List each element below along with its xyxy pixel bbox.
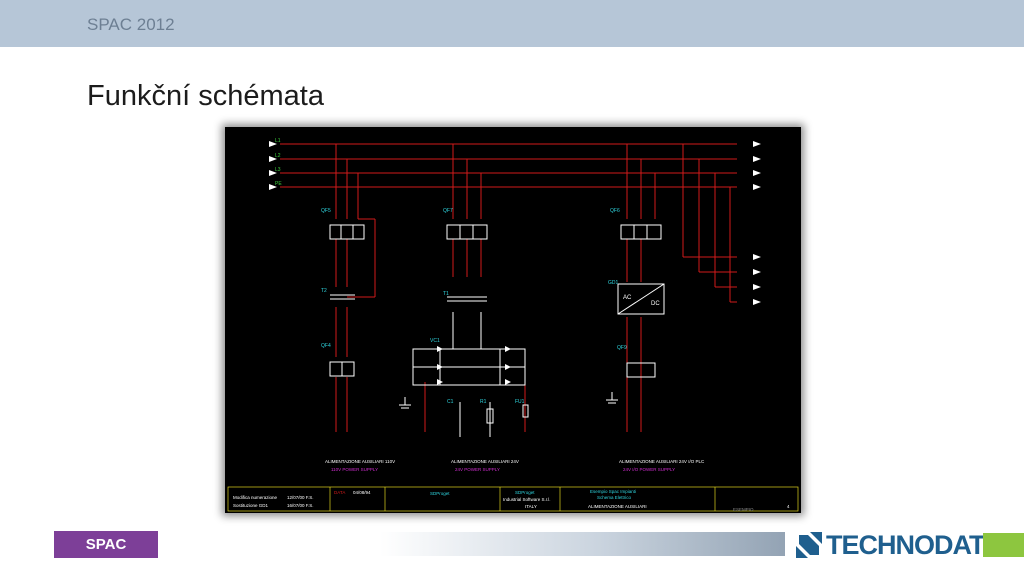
company: SDProget (430, 491, 450, 496)
right-caption-2: 24V I/O POWER SUPPLY (623, 467, 675, 472)
date-label: DATA (334, 490, 345, 495)
date: 04/08/94 (353, 490, 371, 495)
top-banner: SPAC 2012 (0, 0, 1024, 47)
converter-dc: DC (651, 301, 660, 307)
right-lower-breaker-label: QF9 (617, 345, 627, 351)
right-arrows (753, 254, 761, 305)
rev2-date: 16/07/00 F.S. (287, 503, 314, 508)
sheet-title: ALIMENTAZIONE AUSILIARI (588, 504, 647, 509)
left-lower-breaker-label: QF4 (321, 343, 331, 349)
mid-transformer-label: T1 (443, 291, 449, 297)
ground-symbols (399, 392, 618, 409)
fuse-label: FU1 (515, 399, 525, 405)
sheet-code: ESEMPIO (733, 507, 754, 512)
spac-logo: SPAC (54, 531, 158, 558)
event-title: SPAC 2012 (87, 15, 175, 34)
technodat-logo-icon (796, 532, 822, 558)
capacitor-label: C1 (447, 399, 454, 405)
resistor-label: R1 (480, 399, 487, 405)
country: ITALY (525, 504, 537, 509)
rectifier-label: VC1 (430, 338, 440, 344)
phase-label-l2: L2 (275, 153, 281, 159)
sheet-no: 4 (787, 504, 790, 509)
mid-breaker-label: QF7 (443, 208, 453, 214)
left-breaker-label: QF5 (321, 208, 331, 214)
right-breaker-label: QF6 (610, 208, 620, 214)
rev2: Sostituzione GD1 (233, 503, 269, 508)
left-caption: ALIMENTAZIONE AUSILIARI 110V (325, 459, 395, 464)
phase-label-pe: PE (275, 181, 282, 187)
address: Industrial Software S.r.l. (503, 497, 551, 502)
left-transformer-label: T2 (321, 288, 327, 294)
slide-title: Funkční schémata (87, 80, 324, 112)
company-2: SDProget (515, 490, 535, 495)
technodat-logo-text: TECHNODAT (826, 530, 985, 560)
mid-caption: ALIMENTAZIONE AUSILIARI 24V (451, 459, 519, 464)
rev1-date: 12/07/00 F.S. (287, 495, 314, 500)
phase-bus (280, 143, 737, 188)
right-caption: ALIMENTAZIONE AUSILIARI 24V I/O PLC (619, 459, 705, 464)
project: Esempio Spac Impianti (590, 489, 636, 494)
converter-label: GD1 (608, 280, 619, 286)
green-accent-block (983, 533, 1024, 557)
schematic-image: L1 L2 L3 PE QF5 QF4 T2 ALIMENTAZIONE AUS… (225, 127, 801, 513)
footer-gradient-bar (380, 532, 785, 556)
phase-arrows (269, 141, 761, 190)
mid-caption-2: 24V POWER SUPPLY (455, 467, 500, 472)
mid-circuit (412, 224, 529, 437)
phase-label-l1: L1 (275, 138, 281, 144)
rev1: Modifica numerazione (233, 495, 278, 500)
drawing-type: Schema Elettrico (597, 495, 632, 500)
left-caption-2: 110V POWER SUPPLY (331, 467, 378, 472)
converter-ac: AC (623, 295, 632, 301)
technodat-logo: TECHNODAT (796, 530, 985, 560)
phase-label-l3: L3 (275, 167, 281, 173)
